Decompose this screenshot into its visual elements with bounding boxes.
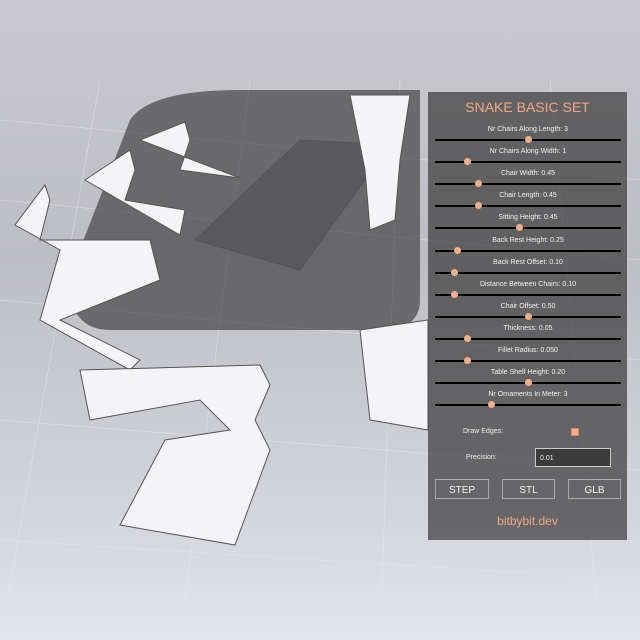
slider[interactable]: Back Rest Offset: 0.10 bbox=[435, 258, 621, 281]
slider[interactable]: Thickness: 0.05 bbox=[435, 324, 621, 347]
slider[interactable]: Nr Ornaments In Meter: 3 bbox=[435, 391, 621, 413]
slider-label: Thickness: 0.05 bbox=[503, 324, 553, 332]
slider-track[interactable] bbox=[435, 161, 621, 164]
slider-thumb[interactable] bbox=[525, 312, 532, 320]
slider-thumb[interactable] bbox=[450, 290, 458, 298]
slider[interactable]: Chair Offset: 0.50 bbox=[435, 302, 621, 325]
draw-edges-label: Draw Edges: bbox=[463, 428, 504, 435]
slider-label: Chair Offset: 0.50 bbox=[500, 302, 556, 310]
slider-thumb[interactable] bbox=[487, 401, 495, 409]
slider-track[interactable] bbox=[435, 183, 621, 186]
slider-track[interactable] bbox=[435, 249, 621, 252]
slider[interactable]: Distance Between Chairs: 0.10 bbox=[435, 280, 621, 303]
slider-thumb[interactable] bbox=[454, 246, 462, 254]
slider-track[interactable] bbox=[435, 337, 621, 340]
slider-label: Sitting Height: 0.45 bbox=[498, 214, 558, 222]
bitbybit-link[interactable]: bitbybit.dev bbox=[428, 514, 627, 528]
slider-thumb[interactable] bbox=[463, 158, 471, 166]
slider-label: Nr Ornaments In Meter: 3 bbox=[488, 391, 568, 399]
slider-thumb[interactable] bbox=[474, 180, 482, 188]
slider-label: Fillet Radius: 0.050 bbox=[498, 347, 558, 354]
step-export-button[interactable]: STEP bbox=[435, 479, 489, 499]
slider-track[interactable] bbox=[435, 205, 621, 208]
settings-panel: SNAKE BASIC SET Nr Chairs Along Length: … bbox=[428, 92, 627, 540]
slider-thumb[interactable] bbox=[525, 136, 532, 143]
stl-export-button[interactable]: STL bbox=[502, 479, 555, 499]
draw-edges-checkbox[interactable] bbox=[571, 428, 579, 436]
slider-track[interactable] bbox=[435, 404, 621, 407]
precision-label: Precision: bbox=[466, 454, 497, 461]
slider-label: Back Rest Height: 0.25 bbox=[492, 236, 564, 244]
slider-track[interactable] bbox=[435, 293, 621, 296]
slider-thumb[interactable] bbox=[525, 379, 532, 387]
slider[interactable]: Back Rest Height: 0.25 bbox=[435, 236, 621, 259]
slider-thumb[interactable] bbox=[463, 357, 471, 364]
slider-track[interactable] bbox=[435, 227, 621, 230]
slider-thumb[interactable] bbox=[450, 268, 458, 276]
slider-thumb[interactable] bbox=[474, 202, 482, 210]
slider[interactable]: Chair Width: 0.45 bbox=[435, 170, 621, 192]
slider-label: Back Rest Offset: 0.10 bbox=[493, 258, 563, 266]
slider-label: Nr Chairs Along Width: 1 bbox=[489, 148, 567, 156]
slider-thumb[interactable] bbox=[515, 224, 523, 232]
precision-input[interactable]: 0.01 bbox=[535, 448, 611, 467]
panel-title: SNAKE BASIC SET bbox=[465, 99, 590, 115]
slider[interactable]: Table Shelf Height: 0.20 bbox=[435, 369, 621, 391]
slider[interactable]: Fillet Radius: 0.050 bbox=[435, 347, 621, 369]
slider[interactable]: Nr Chairs Along Width: 1 bbox=[435, 148, 621, 170]
slider-thumb[interactable] bbox=[463, 334, 471, 342]
slider-label: Distance Between Chairs: 0.10 bbox=[479, 280, 577, 288]
slider[interactable]: Nr Chairs Along Length: 3 bbox=[435, 126, 621, 148]
glb-export-button[interactable]: GLB bbox=[568, 479, 621, 499]
slider-label: Chair Width: 0.45 bbox=[500, 170, 556, 178]
slider[interactable]: Sitting Height: 0.45 bbox=[435, 214, 621, 236]
slider-label: Nr Chairs Along Length: 3 bbox=[487, 126, 569, 133]
slider-label: Table Shelf Height: 0.20 bbox=[490, 369, 566, 377]
slider-track[interactable] bbox=[435, 360, 621, 362]
slider[interactable]: Chair Length: 0.45 bbox=[435, 192, 621, 214]
slider-track[interactable] bbox=[435, 271, 621, 274]
slider-label: Chair Length: 0.45 bbox=[499, 192, 557, 200]
